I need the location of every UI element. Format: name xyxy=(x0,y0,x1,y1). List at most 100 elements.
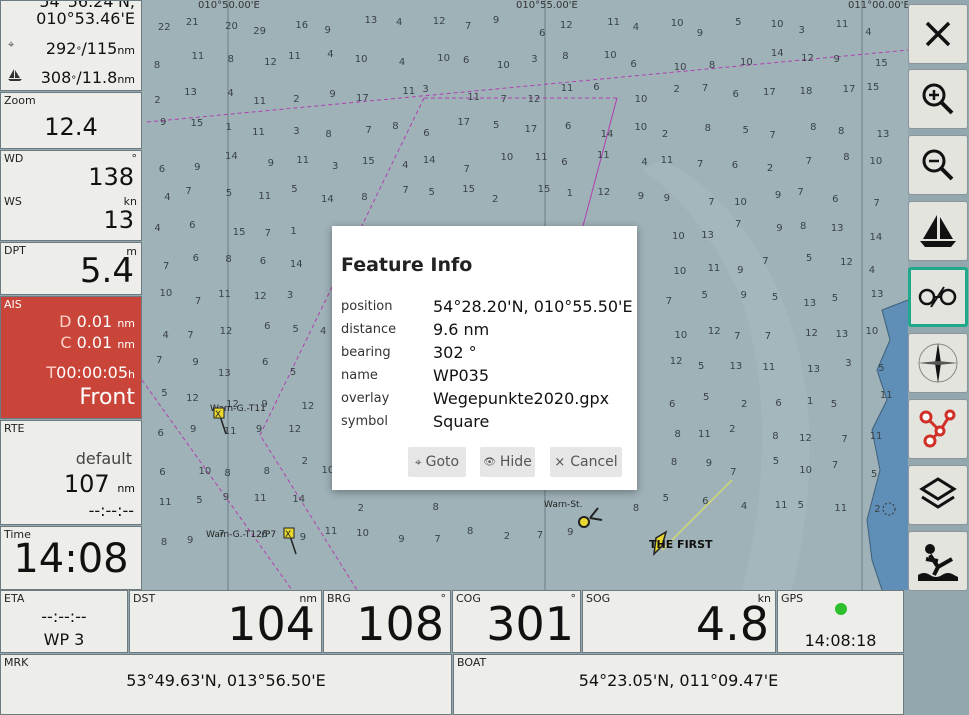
route-button[interactable] xyxy=(908,399,968,459)
hide-button[interactable]: 👁 Hide xyxy=(480,447,535,477)
cog-panel[interactable]: COG ° 301 xyxy=(452,590,581,653)
depth-sounding: 12 xyxy=(219,326,233,338)
depth-sounding: 8 xyxy=(562,51,569,63)
depth-sounding: 9 xyxy=(267,157,274,169)
buoy-t12-icon[interactable]: X xyxy=(282,526,306,558)
depth-sounding: 12 xyxy=(527,93,541,105)
depth-sounding: 5 xyxy=(870,468,878,480)
depth-sounding: 11 xyxy=(762,361,776,373)
depth-sounding: 2 xyxy=(301,456,309,468)
time-value: 14:08 xyxy=(13,536,129,582)
hide-icon: 👁 xyxy=(483,456,496,468)
depth-sounding: 2 xyxy=(673,84,680,96)
depth-sounding: 12 xyxy=(805,328,818,340)
depth-sounding: 8 xyxy=(153,60,161,72)
depth-sounding: 10 xyxy=(865,326,879,338)
dst-label: DST xyxy=(133,592,156,605)
depth-sounding: 11 xyxy=(707,262,721,274)
depth-sounding: 1 xyxy=(225,121,233,133)
time-panel[interactable]: Time 14:08 xyxy=(0,526,142,590)
depth-sounding: 5 xyxy=(830,399,838,411)
eta-panel[interactable]: ETA --:--:-- WP 3 xyxy=(0,590,128,653)
depth-sounding: 13 xyxy=(729,360,743,372)
depth-sounding: 6 xyxy=(565,121,572,133)
row-value-position: 54°28.20'N, 010°55.50'E xyxy=(433,297,633,316)
row-key-symbol: symbol xyxy=(341,414,388,429)
gps-label: GPS xyxy=(781,592,804,605)
depth-sounding: 11 xyxy=(597,150,610,162)
dist-unit: nm xyxy=(117,44,135,57)
depth-sounding: 9 xyxy=(776,222,783,234)
depth-sounding: 15 xyxy=(462,184,475,196)
lock-toggle-button[interactable] xyxy=(908,267,968,327)
depth-sounding: 7 xyxy=(536,529,544,541)
depth-sounding: 9 xyxy=(255,424,263,436)
wind-panel[interactable]: WD ° 138 WS kn 13 xyxy=(0,150,142,241)
buoy-label-t12: Warn-G.-T12/P7 xyxy=(206,530,277,540)
boat-center-button[interactable] xyxy=(908,201,968,261)
zoom-out-button[interactable] xyxy=(908,135,968,195)
depth-sounding: 7 xyxy=(434,534,441,546)
depth-sounding: 4 xyxy=(154,222,161,234)
feature-info-dialog: Feature Info position 54°28.20'N, 010°55… xyxy=(332,226,637,490)
brg-panel[interactable]: BRG ° 108 xyxy=(323,590,451,653)
buoy-t11-icon[interactable]: X xyxy=(210,406,234,438)
gps-panel[interactable]: GPS 14:08:18 xyxy=(777,590,904,653)
ws-label: WS xyxy=(4,195,22,208)
depth-sounding: 10 xyxy=(603,49,617,61)
depth-sounding: 5 xyxy=(878,363,885,375)
eta-label: ETA xyxy=(4,592,25,605)
row-key-position: position xyxy=(341,299,393,314)
compass-button[interactable] xyxy=(908,333,968,393)
depth-sounding: 7 xyxy=(185,186,192,198)
depth-sounding: 9 xyxy=(637,190,645,202)
depth-sounding: 5 xyxy=(771,292,779,304)
waypoint-marker-icon[interactable] xyxy=(576,504,604,530)
vessel-name-label: THE FIRST xyxy=(649,538,713,551)
eta-value: --:--:-- xyxy=(41,607,87,626)
goto-button[interactable]: ⌖ Goto xyxy=(408,447,466,477)
depth-sounding: 13 xyxy=(803,298,817,310)
mrk-panel[interactable]: MRK 53°49.63'N, 013°56.50'E xyxy=(0,654,452,715)
depth-sounding: 5 xyxy=(805,252,813,264)
depth-sounding: 9 xyxy=(567,526,574,538)
depth-sounding: 10 xyxy=(198,466,212,478)
cancel-button[interactable]: × Cancel xyxy=(550,447,622,477)
depth-sounding: 6 xyxy=(264,320,271,332)
depth-sounding: 10 xyxy=(159,288,173,299)
ais-panel[interactable]: AIS D 0.01 nm C 0.01 nm T00:00:05h Front xyxy=(0,296,142,419)
cog-label: COG xyxy=(456,592,481,605)
depth-sounding: 10 xyxy=(634,93,648,105)
depth-sounding: 10 xyxy=(770,18,784,30)
depth-sounding: 7 xyxy=(797,186,804,198)
svg-text:X: X xyxy=(215,410,221,420)
sog-panel[interactable]: SOG kn 4.8 xyxy=(582,590,776,653)
route-panel[interactable]: RTE default 107 nm --:--:-- xyxy=(0,420,142,525)
depth-panel[interactable]: DPT m 5.4 xyxy=(0,242,142,295)
depth-sounding: 10 xyxy=(497,59,510,71)
zoom-in-button[interactable] xyxy=(908,69,968,129)
dst-panel[interactable]: DST nm 104 xyxy=(129,590,322,653)
depth-sounding: 1 xyxy=(290,226,297,238)
close-button[interactable] xyxy=(908,4,968,64)
depth-sounding: 11 xyxy=(324,526,338,538)
depth-sounding: 8 xyxy=(810,121,817,133)
depth-sounding: 7 xyxy=(665,296,673,308)
man-overboard-button[interactable] xyxy=(908,531,968,591)
depth-sounding: 5 xyxy=(698,360,705,372)
depth-sounding: 6 xyxy=(423,128,430,140)
depth-sounding: 11 xyxy=(774,499,788,511)
layers-button[interactable] xyxy=(908,465,968,525)
depth-sounding: 11 xyxy=(834,503,848,515)
boat-panel[interactable]: BOAT 54°23.05'N, 011°09.47'E xyxy=(453,654,904,715)
zoom-out-icon xyxy=(922,149,954,181)
depth-sounding: 11 xyxy=(835,18,849,30)
depth-sounding: 12 xyxy=(669,355,683,367)
boat-value: 54°23.05'N, 011°09.47'E xyxy=(578,671,779,690)
depth-sounding: 13 xyxy=(870,289,884,301)
sailboat-icon xyxy=(8,69,22,81)
zoom-panel[interactable]: Zoom 12.4 xyxy=(0,92,142,149)
depth-sounding: 7 xyxy=(402,185,409,197)
depth-sounding: 12 xyxy=(707,325,721,337)
depth-sounding: 20 xyxy=(225,21,238,33)
